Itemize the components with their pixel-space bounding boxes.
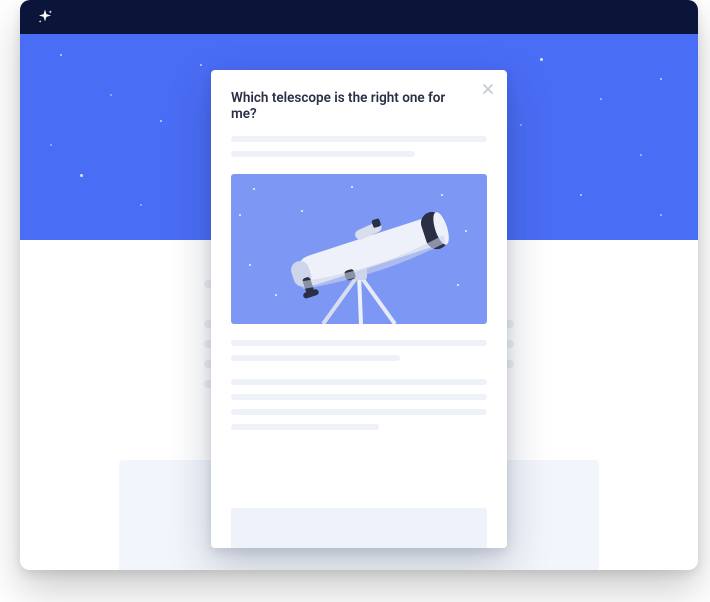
titlebar (20, 0, 698, 34)
decorative-star (457, 284, 459, 286)
text-placeholder (231, 409, 487, 415)
decorative-star (239, 214, 241, 216)
decorative-star (600, 98, 602, 100)
text-placeholder (231, 394, 487, 400)
decorative-star (110, 94, 112, 96)
text-placeholder (231, 379, 487, 385)
telescope-icon (231, 174, 487, 324)
decorative-star (160, 120, 162, 122)
decorative-star (520, 124, 522, 126)
decorative-star (200, 64, 202, 66)
app-window: Which telescope is the right one for me? (20, 0, 698, 570)
decorative-star (301, 210, 303, 212)
decorative-star (249, 264, 251, 266)
article-heading: Which telescope is the right one for me? (231, 90, 487, 122)
decorative-star (660, 78, 662, 80)
decorative-star (660, 214, 662, 216)
text-placeholder (231, 136, 487, 142)
close-icon (483, 84, 493, 94)
text-placeholder (231, 355, 400, 361)
close-button[interactable] (479, 80, 497, 98)
text-placeholder (231, 151, 415, 157)
article-modal: Which telescope is the right one for me? (211, 70, 507, 548)
decorative-star (140, 204, 142, 206)
decorative-star (253, 188, 255, 190)
decorative-star (465, 230, 467, 232)
decorative-star (50, 144, 52, 146)
decorative-star (580, 194, 582, 196)
decorative-star (640, 154, 642, 156)
decorative-star (441, 194, 443, 196)
text-placeholder (231, 424, 379, 430)
decorative-star (351, 186, 353, 188)
decorative-star (80, 174, 83, 177)
article-illustration (231, 174, 487, 324)
decorative-star (60, 54, 62, 56)
text-placeholder (231, 340, 487, 346)
decorative-star (275, 294, 277, 296)
article-footer-placeholder (231, 508, 487, 548)
decorative-star (540, 58, 543, 61)
sparkle-icon (36, 8, 54, 26)
